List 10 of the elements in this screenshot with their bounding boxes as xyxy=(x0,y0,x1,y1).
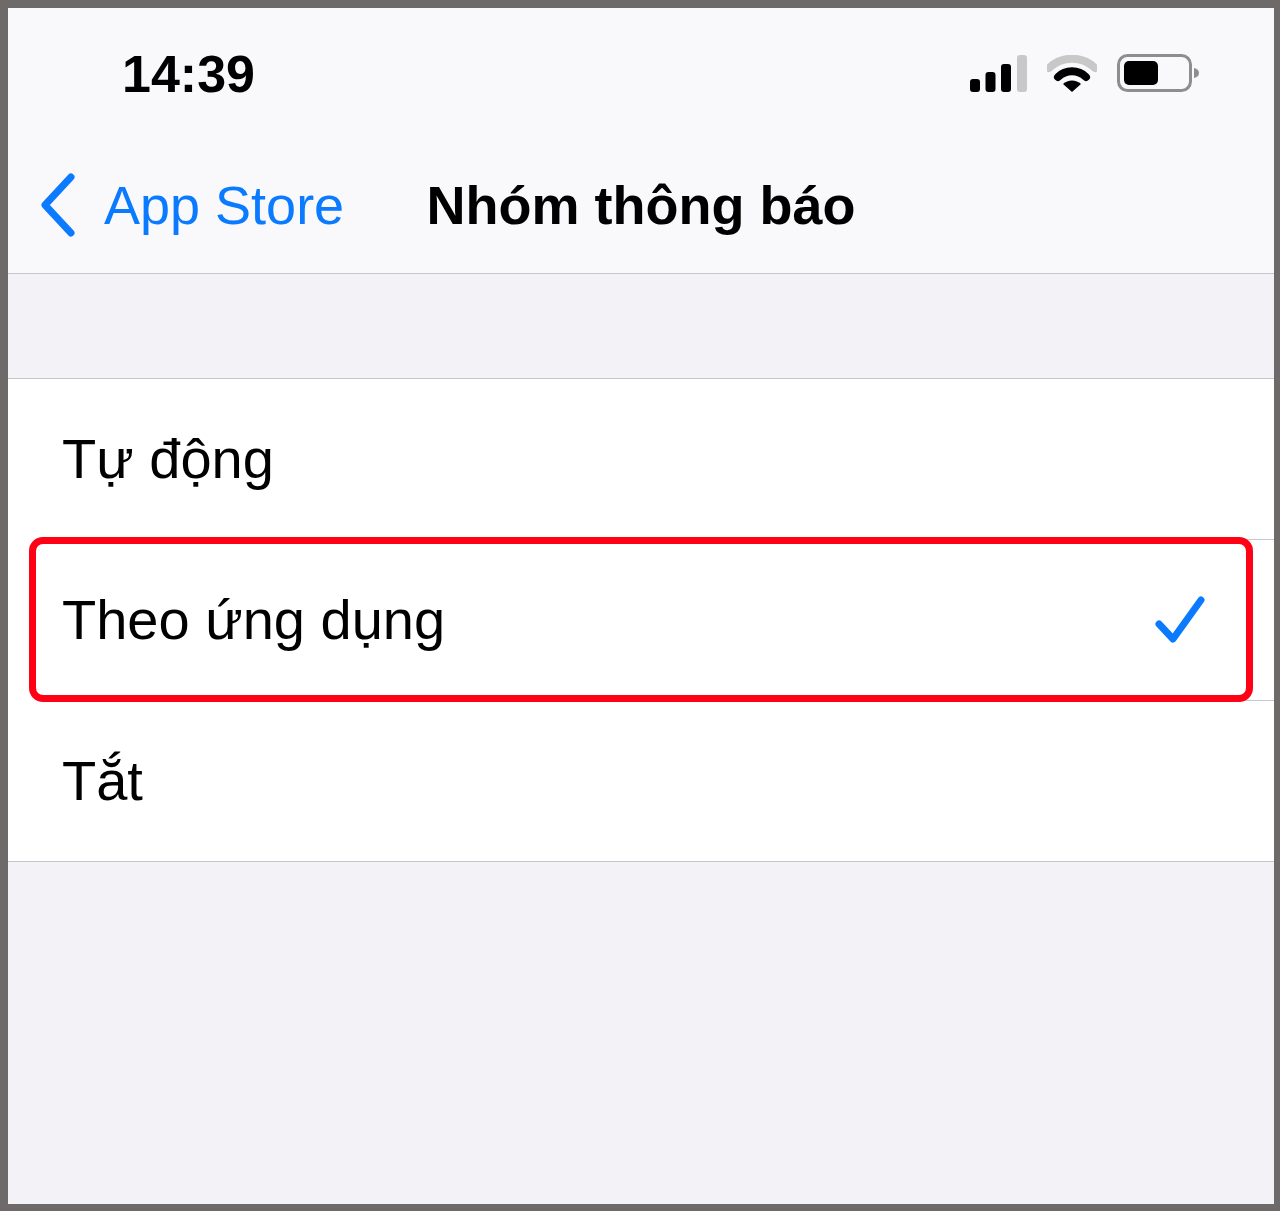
chevron-left-icon xyxy=(40,173,76,238)
option-row[interactable]: Tự động xyxy=(8,379,1274,539)
status-time: 14:39 xyxy=(122,48,255,100)
wifi-icon xyxy=(1047,54,1097,92)
nav-title: Nhóm thông báo xyxy=(426,174,856,238)
signal-icon xyxy=(970,54,1027,92)
back-button[interactable]: App Store xyxy=(40,173,345,238)
option-row[interactable]: Tắt xyxy=(8,701,1274,861)
option-row[interactable]: Theo ứng dụng xyxy=(8,540,1274,700)
battery-icon xyxy=(1117,54,1199,92)
